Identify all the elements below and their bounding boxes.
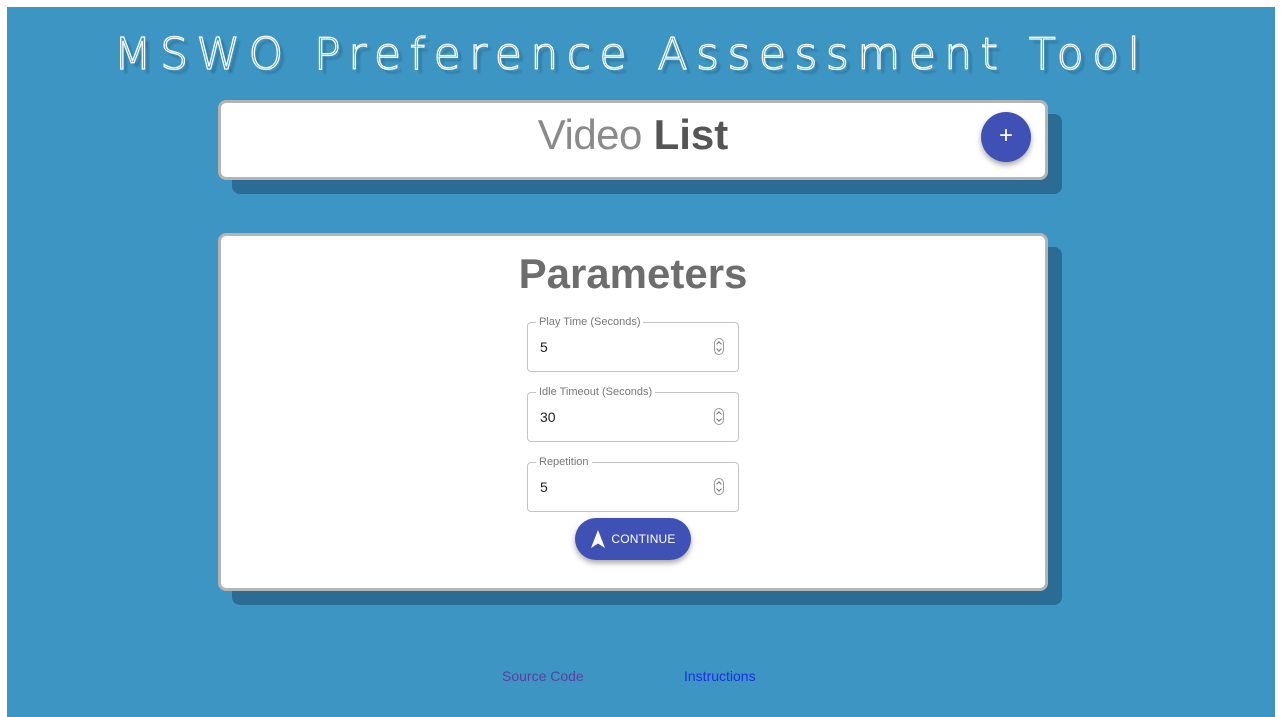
app-background: MSWO Preference Assessment Tool Video Li… (7, 7, 1275, 717)
video-list-card: Video List + (218, 100, 1048, 180)
video-list-title-light: Video (537, 111, 643, 158)
video-list-title: Video List (221, 111, 1045, 159)
repetition-value[interactable]: 5 (540, 479, 548, 495)
add-video-button[interactable]: + (981, 112, 1031, 162)
source-code-link[interactable]: Source Code (502, 668, 584, 684)
page-title: MSWO Preference Assessment Tool (113, 28, 1149, 80)
repetition-label: Repetition (536, 455, 592, 469)
idle-timeout-field[interactable]: Idle Timeout (Seconds) 30 (527, 385, 739, 442)
continue-label: CONTINUE (611, 532, 676, 546)
play-time-field[interactable]: Play Time (Seconds) 5 (527, 315, 739, 372)
idle-timeout-value[interactable]: 30 (540, 409, 556, 425)
plus-icon: + (998, 122, 1013, 149)
number-spinner-icon[interactable] (714, 408, 724, 425)
parameters-title: Parameters (518, 250, 748, 297)
instructions-link[interactable]: Instructions (684, 668, 756, 684)
video-list-title-bold: List (653, 111, 729, 158)
navigation-arrow-icon (591, 530, 606, 548)
play-time-value[interactable]: 5 (540, 339, 548, 355)
repetition-field[interactable]: Repetition 5 (527, 455, 739, 512)
number-spinner-icon[interactable] (714, 338, 724, 355)
play-time-label: Play Time (Seconds) (536, 315, 644, 329)
parameters-card: Parameters Play Time (Seconds) 5 Idle Ti… (218, 233, 1048, 591)
number-spinner-icon[interactable] (714, 478, 724, 495)
continue-button[interactable]: CONTINUE (575, 518, 691, 560)
idle-timeout-label: Idle Timeout (Seconds) (536, 385, 656, 399)
